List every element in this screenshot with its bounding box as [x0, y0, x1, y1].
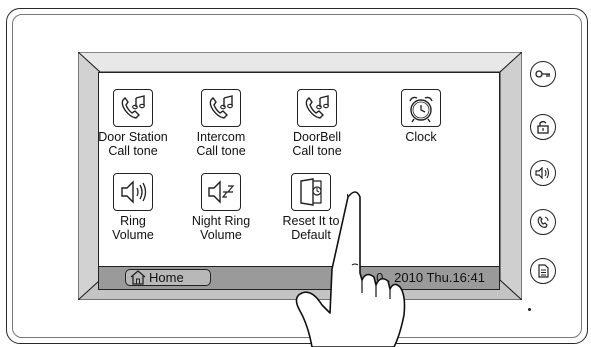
indicator-dot — [528, 308, 531, 311]
home-button[interactable]: Home — [125, 269, 211, 286]
app-ring-volume[interactable]: Ring Volume — [99, 173, 173, 242]
alarm-clock-icon — [401, 89, 441, 127]
app-doorbell-call-tone[interactable]: DoorBell Call tone — [277, 89, 357, 158]
app-label-line1: Door Station — [98, 130, 168, 144]
app-clock[interactable]: Clock — [381, 89, 461, 144]
phone-note-icon — [201, 89, 241, 127]
speaker-icon — [535, 167, 550, 179]
app-night-ring-volume[interactable]: Night Ring Volume — [181, 173, 261, 242]
app-label-line1: Clock — [405, 130, 437, 144]
app-label-line2: Volume — [112, 228, 154, 242]
app-label-line1: Intercom — [196, 130, 246, 144]
app-label-line2: Call tone — [108, 144, 158, 158]
speaker-volume-icon — [113, 173, 153, 211]
home-button-label: Home — [149, 270, 184, 285]
handset-button[interactable] — [530, 209, 556, 235]
document-icon — [538, 264, 549, 278]
handset-icon — [537, 216, 549, 228]
app-intercom-call-tone[interactable]: Intercom Call tone — [181, 89, 261, 158]
app-label-line1: Ring — [120, 214, 146, 228]
key-button[interactable] — [530, 61, 556, 87]
speaker-sleep-icon — [201, 173, 241, 211]
app-label-line2: Call tone — [196, 144, 246, 158]
app-label-line1: Night Ring — [191, 214, 251, 228]
app-label-line2: Call tone — [292, 144, 342, 158]
unlock-icon — [537, 120, 549, 134]
phone-note-icon — [297, 89, 337, 127]
app-label-line1: DoorBell — [293, 130, 341, 144]
unlock-button[interactable] — [530, 114, 556, 140]
app-label-line2: Volume — [200, 228, 242, 242]
pointing-hand-icon — [295, 191, 406, 347]
speaker-button[interactable] — [530, 160, 556, 186]
phone-note-icon — [113, 89, 153, 127]
app-door-station-call-tone[interactable]: Door Station Call tone — [98, 89, 173, 158]
home-icon — [130, 270, 146, 285]
key-icon — [535, 70, 550, 78]
document-button[interactable] — [530, 258, 556, 284]
